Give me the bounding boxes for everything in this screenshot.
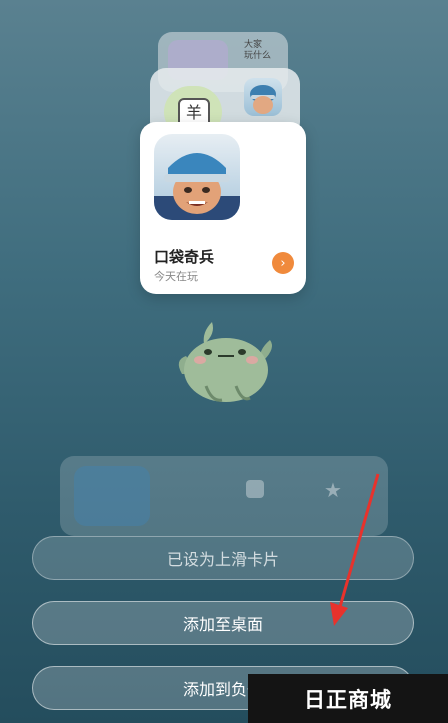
back-card-label-bottom: 玩什么 [244, 51, 272, 61]
calendar-icon [246, 480, 264, 498]
chevron-right-icon: › [280, 255, 286, 271]
blurred-game-icon [74, 466, 150, 526]
set-swipe-card-label: 已设为上滑卡片 [166, 550, 279, 569]
back-card-label-top: 大家 [244, 40, 263, 50]
watermark: 日正商城 [248, 674, 448, 723]
annotation-arrow-icon [330, 473, 380, 626]
game-subtitle: 今天在玩 [154, 270, 198, 283]
add-to-desktop-label: 添加至桌面 [182, 615, 263, 634]
game-app-icon[interactable] [154, 134, 240, 220]
watermark-text: 日正商城 [304, 687, 392, 712]
back-card-label: 大家 玩什么 [244, 40, 271, 62]
mascot-illustration [172, 316, 276, 408]
open-game-button[interactable]: › [272, 252, 294, 274]
game-mini-icon [244, 78, 282, 116]
game-name: 口袋奇兵 [154, 248, 215, 266]
game-widget-card[interactable]: 口袋奇兵 今天在玩 › [140, 122, 306, 294]
